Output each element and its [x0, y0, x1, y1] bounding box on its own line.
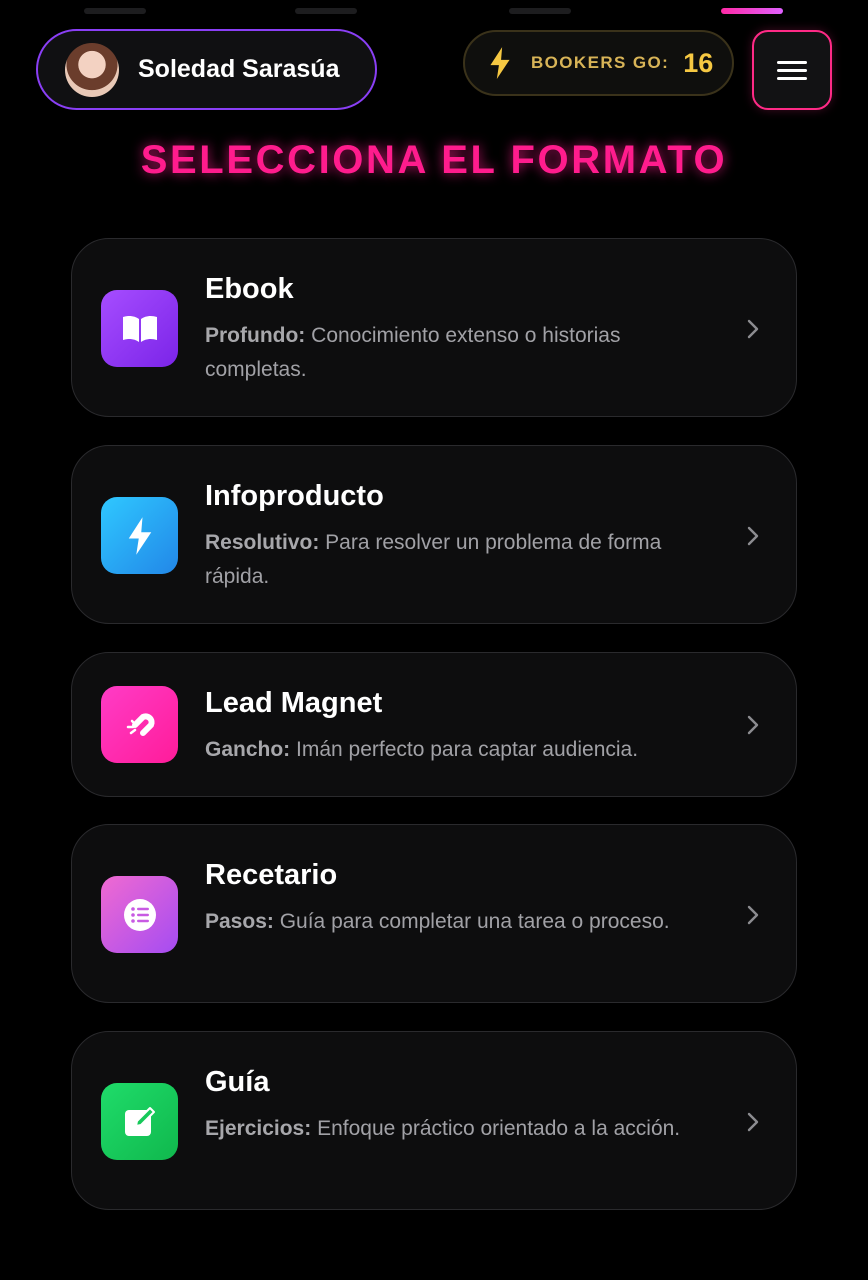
step-4-active[interactable] — [662, 8, 842, 26]
format-card-ebook[interactable]: Ebook Profundo: Conocimiento extenso o h… — [71, 238, 797, 417]
format-title: Lead Magnet — [205, 687, 383, 719]
step-2-bar — [295, 8, 357, 14]
chevron-right-icon — [747, 1112, 759, 1132]
format-card-lead-magnet[interactable]: Lead Magnet Gancho: Imán perfecto para c… — [71, 652, 797, 797]
step-3[interactable] — [450, 8, 630, 26]
step-1[interactable] — [25, 8, 205, 26]
format-title: Infoproducto — [205, 480, 384, 512]
format-description: Gancho: Imán perfecto para captar audien… — [205, 733, 725, 767]
format-card-infoproducto[interactable]: Infoproducto Resolutivo: Para resolver u… — [71, 445, 797, 624]
format-lead: Gancho: — [205, 738, 291, 761]
format-lead: Resolutivo: — [205, 531, 320, 554]
format-description: Resolutivo: Para resolver un problema de… — [205, 526, 725, 594]
step-2[interactable] — [236, 8, 416, 26]
format-card-guia[interactable]: Guía Ejercicios: Enfoque práctico orient… — [71, 1031, 797, 1210]
format-card-recetario[interactable]: Recetario Pasos: Guía para completar una… — [71, 824, 797, 1003]
format-description: Ejercicios: Enfoque práctico orientado a… — [205, 1112, 725, 1146]
step-3-bar — [509, 8, 571, 14]
user-name: Soledad Sarasúa — [138, 55, 340, 83]
format-lead: Pasos: — [205, 910, 274, 933]
edit-icon — [101, 1083, 178, 1160]
step-1-bar — [84, 8, 146, 14]
magnet-icon — [101, 686, 178, 763]
chevron-right-icon — [747, 905, 759, 925]
user-profile-pill[interactable]: Soledad Sarasúa — [36, 29, 377, 110]
format-text: Imán perfecto para captar audiencia. — [290, 738, 639, 761]
format-title: Recetario — [205, 859, 338, 891]
chevron-right-icon — [747, 715, 759, 735]
bookers-go-balance[interactable]: BOOKERS GO: 16 — [463, 30, 734, 96]
format-selection-screen: Soledad Sarasúa BOOKERS GO: 16 SELECCION… — [0, 0, 868, 1280]
avatar — [65, 42, 119, 97]
format-lead: Ejercicios: — [205, 1117, 312, 1140]
lightning-icon — [101, 497, 178, 574]
step-4-bar — [721, 8, 783, 14]
format-text: Guía para completar una tarea o proceso. — [273, 910, 670, 933]
menu-button[interactable] — [752, 30, 832, 110]
chevron-right-icon — [747, 319, 759, 339]
format-title: Guía — [205, 1066, 270, 1098]
format-text: Enfoque práctico orientado a la acción. — [311, 1117, 681, 1140]
list-icon — [101, 876, 178, 953]
chevron-right-icon — [747, 526, 759, 546]
lightning-icon — [490, 47, 510, 79]
format-title: Ebook — [205, 273, 294, 305]
page-title: SELECCIONA EL FORMATO — [140, 138, 728, 182]
format-description: Pasos: Guía para completar una tarea o p… — [205, 905, 725, 939]
format-description: Profundo: Conocimiento extenso o histori… — [205, 319, 725, 387]
bookers-go-label: BOOKERS GO: — [531, 53, 670, 72]
hamburger-menu-icon — [777, 56, 807, 85]
bookers-go-count: 16 — [683, 47, 714, 78]
format-lead: Profundo: — [205, 324, 306, 347]
book-icon — [101, 290, 178, 367]
